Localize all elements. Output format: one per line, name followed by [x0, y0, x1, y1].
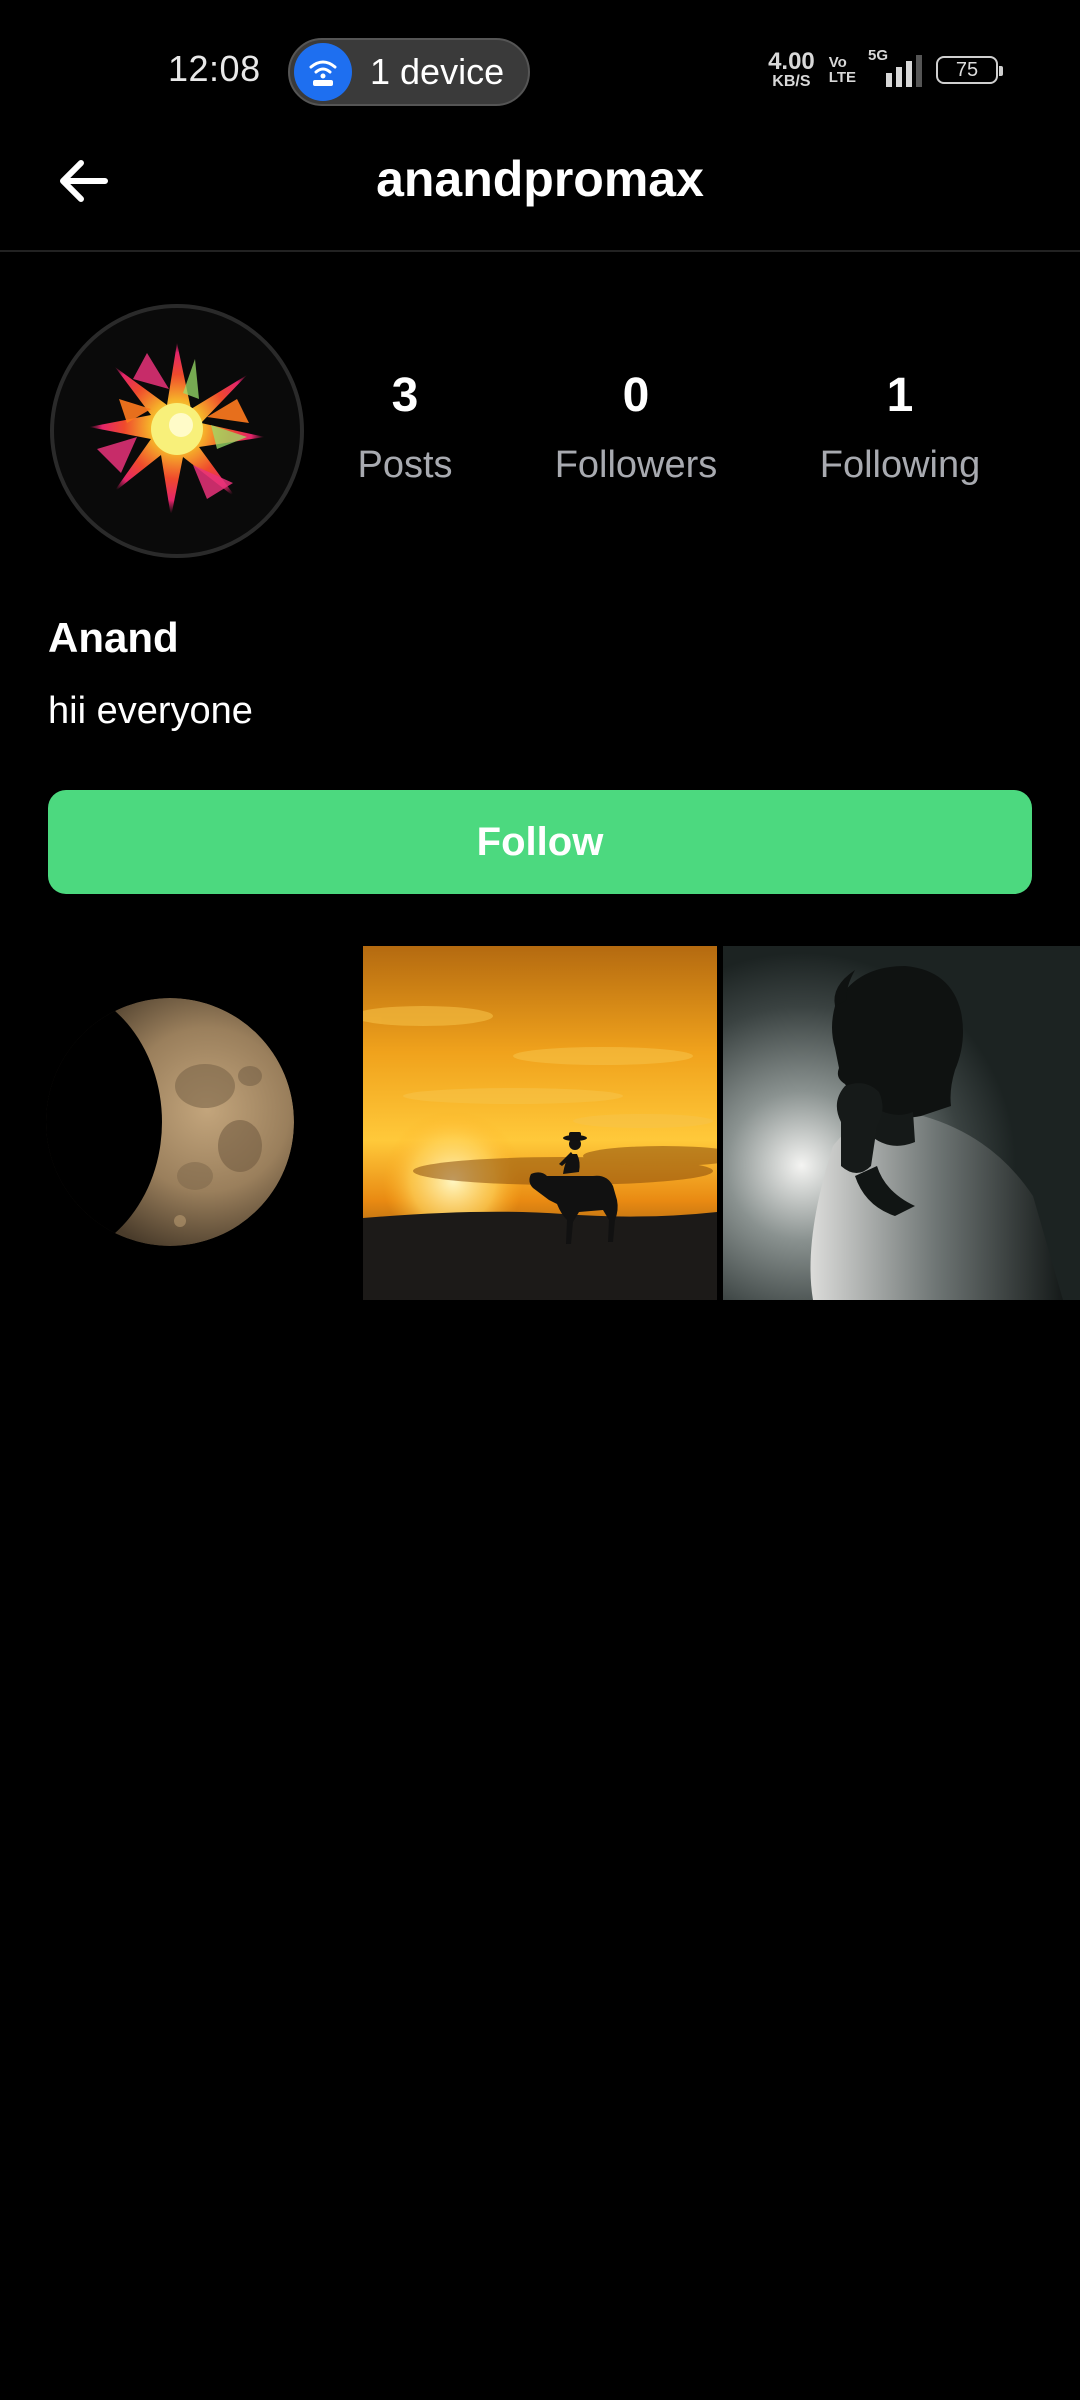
hotspot-icon — [294, 43, 352, 101]
network-speed-unit: KB/S — [772, 73, 811, 90]
signal-bar — [916, 55, 922, 87]
battery-icon: 75 — [936, 56, 1003, 84]
signal-bar — [906, 61, 912, 87]
posts-count: 3 — [391, 369, 419, 422]
followers-count: 0 — [622, 369, 650, 422]
posts-grid — [0, 946, 1080, 1300]
stat-posts[interactable]: 3 Posts — [285, 372, 525, 487]
page-title: anandpromax — [376, 151, 704, 207]
network-type: 5G — [868, 47, 889, 64]
following-label: Following — [819, 444, 981, 486]
hotspot-indicator[interactable]: 1 device — [288, 38, 530, 106]
silhouette-portrait-image — [723, 946, 1080, 1300]
app-header: anandpromax — [0, 140, 1080, 252]
bio-text: hii everyone — [48, 690, 253, 732]
following-count: 1 — [886, 369, 914, 422]
flower-avatar-image — [89, 343, 265, 517]
signal-bar — [896, 67, 902, 87]
post-thumbnail-portrait[interactable] — [723, 946, 1080, 1300]
network-speed-value: 4.00 — [768, 48, 815, 75]
display-name: Anand — [48, 614, 179, 661]
signal-icon: 5G — [868, 47, 922, 87]
volte-bottom: LTE — [828, 69, 856, 86]
sunset-rider-image — [363, 946, 717, 1300]
avatar[interactable] — [50, 304, 304, 558]
volte-indicator: Vo LTE — [829, 55, 856, 85]
post-thumbnail-moon[interactable] — [0, 946, 354, 1300]
post-thumbnail-sunset[interactable] — [363, 946, 717, 1300]
status-bar: 12:08 1 device 4.00 KB/S Vo LTE 5G 75 — [0, 0, 1080, 140]
network-speed: 4.00 KB/S — [768, 50, 815, 90]
posts-label: Posts — [357, 444, 453, 486]
signal-bar — [886, 73, 892, 87]
status-time: 12:08 — [168, 48, 261, 89]
stat-followers[interactable]: 0 Followers — [516, 372, 756, 487]
hotspot-label: 1 device — [370, 51, 505, 92]
status-icons: 4.00 KB/S Vo LTE 5G 75 — [768, 47, 1003, 90]
battery-level: 75 — [955, 58, 979, 81]
volte-top: Vo — [828, 54, 847, 71]
follow-button[interactable]: Follow — [48, 790, 1032, 894]
stat-following[interactable]: 1 Following — [780, 372, 1020, 487]
followers-label: Followers — [554, 444, 718, 486]
moon-image — [0, 946, 354, 1300]
